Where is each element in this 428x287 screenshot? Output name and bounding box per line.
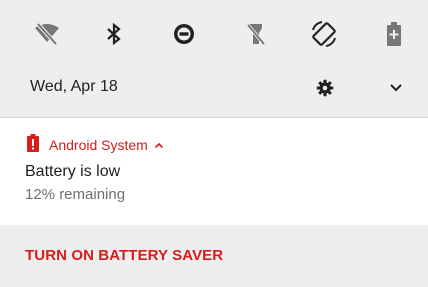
auto-rotate-icon[interactable]	[304, 14, 344, 54]
date-label: Wed, Apr 18	[30, 78, 118, 95]
notification-card[interactable]: Android System Battery is low 12% remain…	[0, 118, 428, 287]
notification-shade-header: Wed, Apr 18	[0, 0, 428, 118]
bluetooth-icon[interactable]	[94, 14, 134, 54]
notification-header: Android System	[27, 133, 164, 157]
expand-chevron-down-icon[interactable]	[384, 76, 408, 100]
battery-alert-icon	[27, 133, 39, 157]
wifi-off-icon[interactable]	[27, 14, 67, 54]
do-not-disturb-icon[interactable]	[164, 14, 204, 54]
chevron-up-icon[interactable]	[154, 142, 164, 149]
notification-actions: TURN ON BATTERY SAVER	[0, 225, 428, 287]
turn-on-battery-saver-button[interactable]: TURN ON BATTERY SAVER	[25, 247, 223, 264]
flashlight-off-icon[interactable]	[236, 14, 276, 54]
notification-title: Battery is low	[25, 163, 121, 180]
quick-settings-row	[0, 14, 428, 54]
notification-text: 12% remaining	[25, 186, 126, 203]
battery-saver-icon[interactable]	[374, 14, 414, 54]
settings-gear-icon[interactable]	[313, 76, 337, 100]
notification-app-name: Android System	[49, 137, 148, 153]
